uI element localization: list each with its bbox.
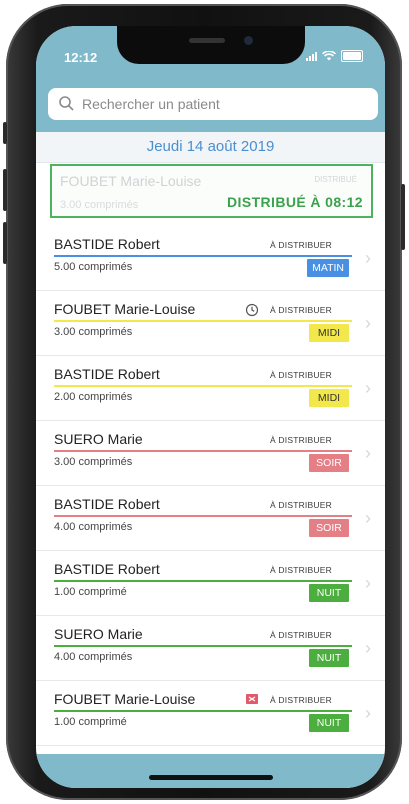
chevron-right-icon: › [365,573,371,593]
distributed-patient-name: FOUBET Marie-Louise [60,173,202,189]
search-input[interactable]: Rechercher un patient [48,88,378,120]
chevron-right-icon: › [365,313,371,333]
period-color-line [54,710,352,712]
top-bar: 12:12 Rechercher un patient [36,26,385,132]
distribution-status: À DISTRIBUER [270,695,332,705]
patient-row[interactable]: BASTIDE Robert À DISTRIBUER 4.00 comprimés… [36,486,385,551]
period-badge: MIDI [309,389,349,407]
date-header: Jeudi 14 août 2019 [36,132,385,163]
quantity: 5.00 comprimés [54,261,133,273]
clock-icon [245,303,259,317]
patient-name: FOUBET Marie-Louise [54,301,196,317]
patient-name: BASTIDE Robert [54,561,160,577]
bottom-bar [36,754,385,788]
period-badge: SOIR [309,519,349,537]
quantity: 3.00 comprimés [54,326,133,338]
period-color-line [54,645,352,647]
period-color-line [54,580,352,582]
signal-icon [306,51,317,61]
status-icons [306,50,363,62]
period-color-line [54,255,352,257]
notch [117,26,305,64]
patient-row[interactable]: BASTIDE Robert À DISTRIBUER 5.00 comprimés… [36,226,385,291]
distribution-status: À DISTRIBUER [270,500,332,510]
period-badge: NUIT [309,649,349,667]
search-icon [59,96,74,111]
patient-row[interactable]: BASTIDE Robert À DISTRIBUER 2.00 comprimés… [36,356,385,421]
period-badge: MIDI [309,324,349,342]
chevron-right-icon: › [365,443,371,463]
distribution-status: À DISTRIBUER [270,240,332,250]
distributed-status: DISTRIBUÉ [314,175,357,184]
chevron-right-icon: › [365,248,371,268]
flag-icon [246,694,258,704]
period-color-line [54,515,352,517]
status-time: 12:12 [64,50,98,65]
silent-switch [3,122,7,144]
camera [244,36,253,45]
search-placeholder: Rechercher un patient [82,96,220,112]
quantity: 4.00 comprimés [54,651,133,663]
quantity: 1.00 comprimé [54,586,127,598]
chevron-right-icon: › [365,508,371,528]
home-indicator[interactable] [149,775,273,780]
battery-icon [341,50,363,62]
patient-name: BASTIDE Robert [54,236,160,252]
quantity: 1.00 comprimé [54,716,127,728]
patient-row[interactable]: FOUBET Marie-Louise À DISTRIBUER 3.00 comp… [36,291,385,356]
period-badge: SOIR [309,454,349,472]
patient-row[interactable]: FOUBET Marie-Louise À DISTRIBUER 1.00 comp… [36,681,385,746]
app-screen: 12:12 Rechercher un patient Jeudi 14 aoû… [36,26,385,788]
distribution-status: À DISTRIBUER [270,305,332,315]
speaker [189,38,225,43]
distributed-banner: DISTRIBUÉ À 08:12 [227,194,363,210]
distribution-status: À DISTRIBUER [270,370,332,380]
patient-row[interactable]: SUERO Marie À DISTRIBUER 3.00 comprimés SOI… [36,421,385,486]
distribution-status: À DISTRIBUER [270,630,332,640]
patient-name: BASTIDE Robert [54,496,160,512]
period-color-line [54,385,352,387]
volume-up-button [3,169,7,211]
distributed-quantity: 3.00 comprimés [60,199,139,211]
patient-name: SUERO Marie [54,626,143,642]
period-badge: MATIN [307,259,349,277]
quantity: 3.00 comprimés [54,456,133,468]
chevron-right-icon: › [365,378,371,398]
phone-frame: 12:12 Rechercher un patient Jeudi 14 aoû… [3,4,405,800]
patient-row[interactable]: BASTIDE Robert À DISTRIBUER 1.00 comprimé N… [36,551,385,616]
quantity: 2.00 comprimés [54,391,133,403]
period-badge: NUIT [309,714,349,732]
chevron-right-icon: › [365,638,371,658]
patient-name: SUERO Marie [54,431,143,447]
volume-down-button [3,222,7,264]
period-color-line [54,320,352,322]
wifi-icon [322,51,336,61]
patient-name: FOUBET Marie-Louise [54,691,196,707]
period-badge: NUIT [309,584,349,602]
distributed-card[interactable]: FOUBET Marie-Louise DISTRIBUÉ 3.00 compr… [50,164,373,218]
power-button [401,184,405,250]
patient-name: BASTIDE Robert [54,366,160,382]
quantity: 4.00 comprimés [54,521,133,533]
distribution-status: À DISTRIBUER [270,435,332,445]
patient-row[interactable]: SUERO Marie À DISTRIBUER 4.00 comprimés NUI… [36,616,385,681]
distribution-status: À DISTRIBUER [270,565,332,575]
period-color-line [54,450,352,452]
chevron-right-icon: › [365,703,371,723]
